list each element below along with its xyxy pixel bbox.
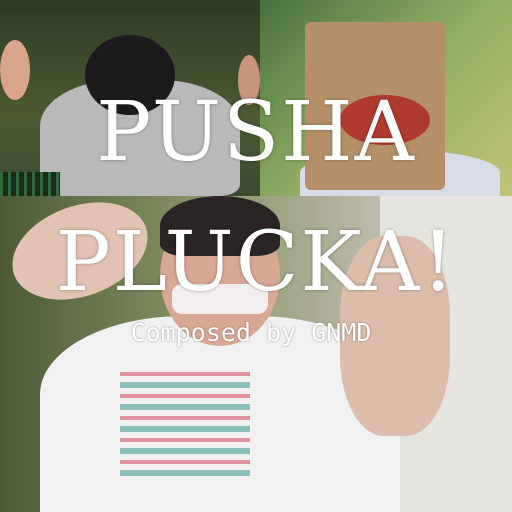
album-cover: PUSHA PLUCKA! Composed by GNMD <box>0 0 512 512</box>
title-line-1: PUSHA <box>96 85 416 180</box>
title-line-2: PLUCKA! <box>55 215 457 310</box>
shirt-print <box>120 366 250 476</box>
composer-credit: Composed by GNMD <box>130 318 372 347</box>
